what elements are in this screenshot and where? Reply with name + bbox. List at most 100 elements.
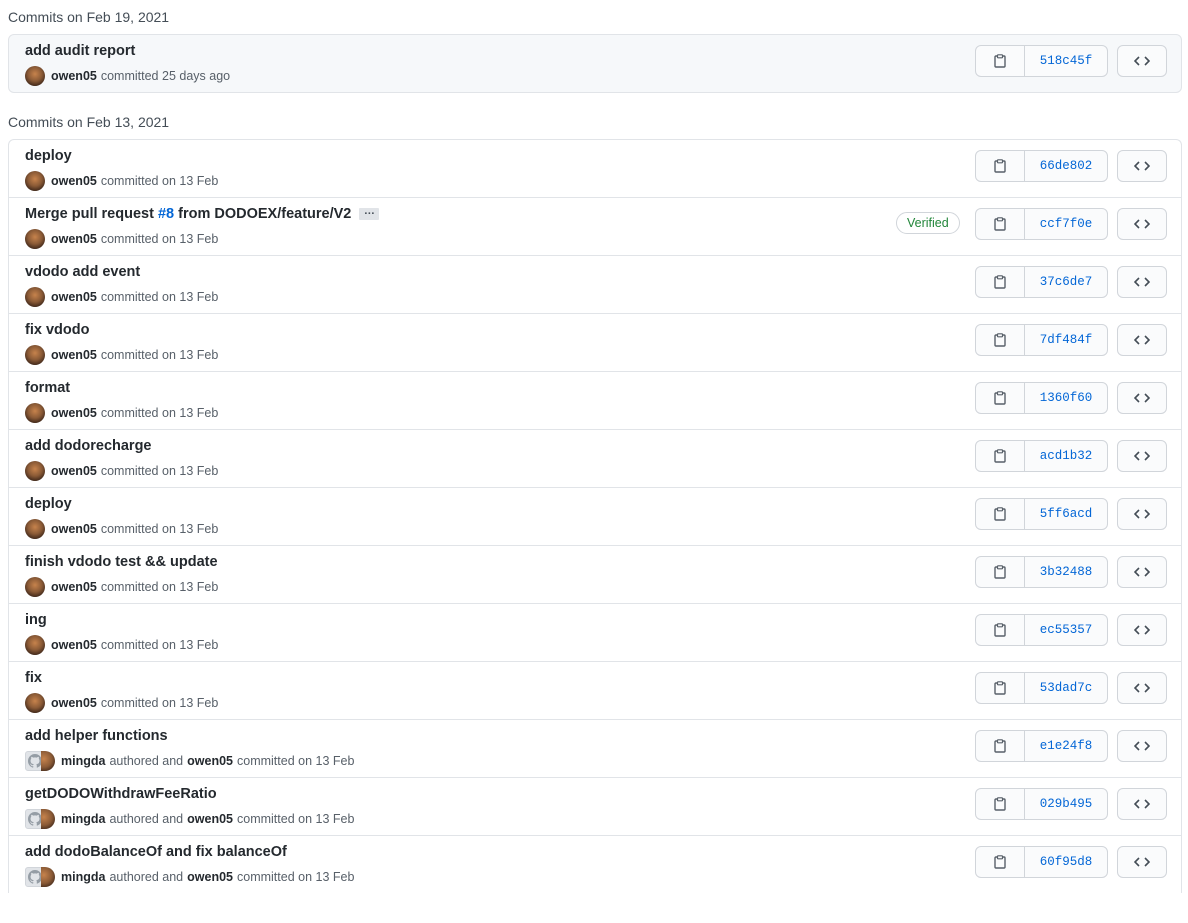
copy-sha-button[interactable] [976,499,1025,529]
commit-message-link[interactable]: fix vdodo [25,322,89,338]
avatar[interactable] [25,287,45,307]
avatar[interactable] [25,229,45,249]
author-link[interactable]: owen05 [51,638,97,652]
copy-sha-button[interactable] [976,151,1025,181]
commit-message-link[interactable]: fix [25,670,42,686]
avatar[interactable] [41,809,55,829]
browse-repo-button[interactable] [1117,208,1167,240]
avatar[interactable] [25,66,45,86]
commit-message-link[interactable]: deploy [25,148,72,164]
browse-repo-button[interactable] [1117,846,1167,878]
commit-sha-link[interactable]: 37c6de7 [1025,267,1107,297]
author-link[interactable]: owen05 [51,696,97,710]
date-heading: Commits on Feb 19, 2021 [8,9,170,25]
commit-message-link[interactable]: format [25,380,70,396]
author-link[interactable]: owen05 [51,522,97,536]
copy-sha-button[interactable] [976,789,1025,819]
commit-sha-link[interactable]: acd1b32 [1025,441,1107,471]
avatar[interactable] [25,635,45,655]
avatar[interactable] [25,577,45,597]
expand-message-button[interactable]: … [359,206,380,221]
copy-sha-button[interactable] [976,267,1025,297]
commit-message-link[interactable]: vdodo add event [25,264,140,280]
copy-sha-button[interactable] [976,615,1025,645]
commit-time: committed on 13 Feb [100,348,219,362]
avatar[interactable] [25,519,45,539]
copy-sha-button[interactable] [976,847,1025,877]
commit-sha-link[interactable]: 7df484f [1025,325,1107,355]
clipboard-icon [994,681,1006,695]
copy-sha-button[interactable] [976,557,1025,587]
commit-meta: mingda authored and owen05 committed on 13 … [25,751,354,771]
commit-message-link[interactable]: ing [25,612,47,628]
browse-repo-button[interactable] [1117,440,1167,472]
code-icon [1134,509,1150,519]
commit-message-link[interactable]: add dodorecharge [25,438,152,454]
authored-text: authored and [109,812,184,826]
author-link[interactable]: mingda [61,870,105,884]
commit-message-link[interactable]: Merge pull request [25,206,158,222]
date-heading: Commits on Feb 13, 2021 [8,114,170,130]
browse-repo-button[interactable] [1117,266,1167,298]
copy-sha-button[interactable] [976,441,1025,471]
commit-message-link[interactable]: add helper functions [25,728,168,744]
avatar[interactable] [25,345,45,365]
browse-repo-button[interactable] [1117,672,1167,704]
browse-repo-button[interactable] [1117,556,1167,588]
copy-sha-button[interactable] [976,209,1025,239]
copy-sha-button[interactable] [976,46,1025,76]
author-link[interactable]: mingda [61,754,105,768]
browse-repo-button[interactable] [1117,382,1167,414]
author-link[interactable]: owen05 [51,580,97,594]
committer-link[interactable]: owen05 [187,754,233,768]
avatar[interactable] [25,403,45,423]
commit-sha-link[interactable]: 53dad7c [1025,673,1107,703]
avatar[interactable] [25,461,45,481]
author-link[interactable]: owen05 [51,69,97,83]
commit-sha-link[interactable]: 3b32488 [1025,557,1107,587]
commit-message-link[interactable]: from DODOEX/feature/V2 [174,206,351,222]
author-link[interactable]: mingda [61,812,105,826]
committer-link[interactable]: owen05 [187,870,233,884]
avatar[interactable] [25,171,45,191]
commit-sha-link[interactable]: 66de802 [1025,151,1107,181]
commit-sha-link[interactable]: 5ff6acd [1025,499,1107,529]
author-link[interactable]: owen05 [51,290,97,304]
browse-repo-button[interactable] [1117,150,1167,182]
author-link[interactable]: owen05 [51,464,97,478]
commit-sha-link[interactable]: 60f95d8 [1025,847,1107,877]
commit-sha-link[interactable]: 1360f60 [1025,383,1107,413]
browse-repo-button[interactable] [1117,45,1167,77]
commit-sha-link[interactable]: ccf7f0e [1025,209,1107,239]
browse-repo-button[interactable] [1117,614,1167,646]
commit-message-link[interactable]: deploy [25,496,72,512]
author-link[interactable]: owen05 [51,348,97,362]
copy-sha-button[interactable] [976,673,1025,703]
avatar[interactable] [25,693,45,713]
committer-link[interactable]: owen05 [187,812,233,826]
browse-repo-button[interactable] [1117,498,1167,530]
commit-sha-link[interactable]: 518c45f [1025,46,1107,76]
commit-message-link[interactable]: finish vdodo test && update [25,554,218,570]
commit-message-link[interactable]: getDODOWithdrawFeeRatio [25,786,217,802]
author-link[interactable]: owen05 [51,232,97,246]
verified-badge[interactable]: Verified [896,212,960,234]
author-link[interactable]: owen05 [51,406,97,420]
author-link[interactable]: owen05 [51,174,97,188]
browse-repo-button[interactable] [1117,730,1167,762]
copy-sha-button[interactable] [976,731,1025,761]
browse-repo-button[interactable] [1117,324,1167,356]
code-icon [1134,567,1150,577]
commit-sha-link[interactable]: 029b495 [1025,789,1107,819]
avatar[interactable] [41,751,55,771]
commit-message-link[interactable]: add dodoBalanceOf and fix balanceOf [25,844,287,860]
copy-sha-button[interactable] [976,383,1025,413]
commit-sha-link[interactable]: ec55357 [1025,615,1107,645]
browse-repo-button[interactable] [1117,788,1167,820]
pull-request-link[interactable]: #8 [158,206,174,222]
commit-message-link[interactable]: add audit report [25,43,135,59]
avatar[interactable] [41,867,55,887]
copy-sha-button[interactable] [976,325,1025,355]
commit-sha-link[interactable]: e1e24f8 [1025,731,1107,761]
code-icon [1134,741,1150,751]
